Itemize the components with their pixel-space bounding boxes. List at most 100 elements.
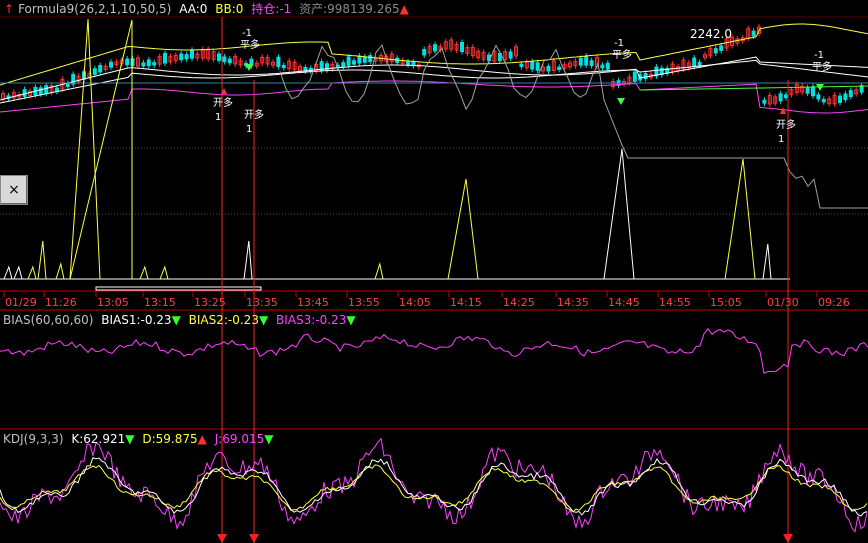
signal-qty: -1 — [614, 38, 624, 49]
signal-spike — [3, 265, 13, 280]
x-tick-label: 14:55 — [659, 296, 691, 309]
candle-body — [762, 99, 767, 104]
signal-down-arrow — [816, 84, 824, 91]
candle-body — [281, 64, 286, 69]
candle-body — [578, 57, 583, 66]
kdj-header: KDJ(9,3,3) K:62.921▼ D:59.875▲ J:69.015▼ — [3, 431, 278, 447]
signal-spike — [447, 178, 479, 280]
signal-spike — [139, 265, 149, 280]
candle-body — [584, 55, 589, 66]
bias2-down-icon: ▼ — [258, 313, 269, 327]
candle-body — [600, 64, 605, 69]
d-value: D:59.875 — [142, 432, 198, 446]
j-down-icon: ▼ — [264, 432, 274, 446]
signal-spike — [13, 265, 23, 280]
x-tick-label: 13:45 — [297, 296, 329, 309]
position-value: 持仓:-1 — [251, 2, 292, 16]
signal-down-arrow — [617, 98, 625, 105]
candle-body — [109, 61, 113, 68]
candle-body — [406, 61, 410, 66]
candle-body — [222, 56, 227, 63]
trade-marker-arrow — [217, 534, 227, 543]
chart-canvas: 01/29 11:26 13:05 13:15 13:25 13:35 13:45 13:55… — [0, 16, 868, 543]
x-tick-label: 13:05 — [97, 296, 129, 309]
candle-body — [843, 93, 848, 101]
candle-body — [519, 63, 524, 67]
signal-spike — [374, 262, 384, 280]
candle-body — [38, 87, 43, 95]
candle-body — [811, 86, 815, 97]
x-tick-label: 13:35 — [246, 296, 278, 309]
x-tick-label: 09:26 — [818, 296, 850, 309]
bias1-value: BIAS1:-0.23 — [101, 313, 172, 327]
bias-title: BIAS(60,60,60) — [3, 313, 94, 327]
x-tick-label: 14:45 — [608, 296, 640, 309]
signal-label: 开多 — [213, 96, 233, 109]
candle-body — [692, 57, 697, 67]
signal-label: 平多 — [612, 48, 632, 61]
candle-body — [535, 62, 540, 71]
candle-body — [719, 45, 724, 51]
signal-qty: -1 — [242, 28, 252, 39]
x-tick-label: 14:25 — [503, 296, 535, 309]
candle-body — [141, 62, 146, 67]
bias-line — [0, 327, 868, 374]
candle-body — [643, 72, 648, 80]
trade-marker-arrow — [249, 534, 259, 543]
candle-body — [346, 56, 351, 66]
x-tick-label: 11:26 — [45, 296, 77, 309]
x-tick-label: 15:05 — [710, 296, 742, 309]
signal-spike — [762, 243, 772, 280]
signal-label: 开多 — [244, 108, 264, 121]
candle-body — [98, 65, 103, 73]
candle-body — [368, 55, 373, 63]
candle-body — [179, 53, 184, 61]
candle-body — [697, 61, 702, 66]
candle-body — [605, 62, 610, 70]
signal-label: 开多 — [776, 118, 796, 131]
candle-body — [152, 62, 157, 66]
x-tick-label: 14:15 — [450, 296, 482, 309]
signal-up-arrow — [780, 107, 786, 114]
bb-value: BB:0 — [215, 2, 244, 16]
candle-body — [65, 83, 70, 87]
signal-qty: 1 — [246, 124, 252, 135]
signal-qty: 1 — [778, 134, 784, 145]
signal-label: 平多 — [240, 38, 260, 51]
scroll-indicator — [95, 286, 262, 291]
main-header: ↑ Formula9(26,2,1,10,50,5) AA:0 BB:0 持仓:-… — [4, 1, 413, 17]
candle-body — [848, 90, 853, 97]
signal-spike — [69, 18, 101, 280]
candle-body — [163, 52, 167, 64]
signal-qty: -1 — [814, 50, 824, 61]
x-tick-label: 13:55 — [348, 296, 380, 309]
up-arrow-icon: ↑ — [4, 2, 15, 16]
x-tick-label: 14:35 — [557, 296, 589, 309]
candle-body — [713, 48, 718, 54]
x-tick-label: 13:15 — [144, 296, 176, 309]
x-tick-label: 14:05 — [399, 296, 431, 309]
candle-body — [362, 56, 367, 63]
candle-body — [816, 94, 821, 100]
close-button[interactable]: × — [0, 175, 28, 205]
lower-band-magenta — [0, 80, 868, 114]
candle-body — [276, 56, 281, 67]
bias3-value: BIAS3:-0.23 — [276, 313, 347, 327]
candle-body — [184, 54, 189, 60]
signal-spike — [243, 240, 253, 280]
candle-body — [422, 48, 427, 56]
candle-body — [530, 61, 535, 70]
assets-value: 资产:998139.265 — [299, 2, 400, 16]
candle-body — [632, 71, 637, 82]
candle-body — [784, 94, 788, 99]
candle-body — [589, 60, 594, 67]
candle-body — [125, 58, 130, 66]
formula-title: Formula9(26,2,1,10,50,5) — [18, 2, 172, 16]
candle-body — [778, 93, 783, 102]
candle-body — [508, 51, 513, 59]
price-annotation: 2242.0 — [690, 27, 732, 41]
k-value: K:62.921 — [71, 432, 126, 446]
candle-body — [190, 49, 194, 59]
candle-body — [433, 44, 437, 52]
candle-body — [557, 66, 562, 71]
